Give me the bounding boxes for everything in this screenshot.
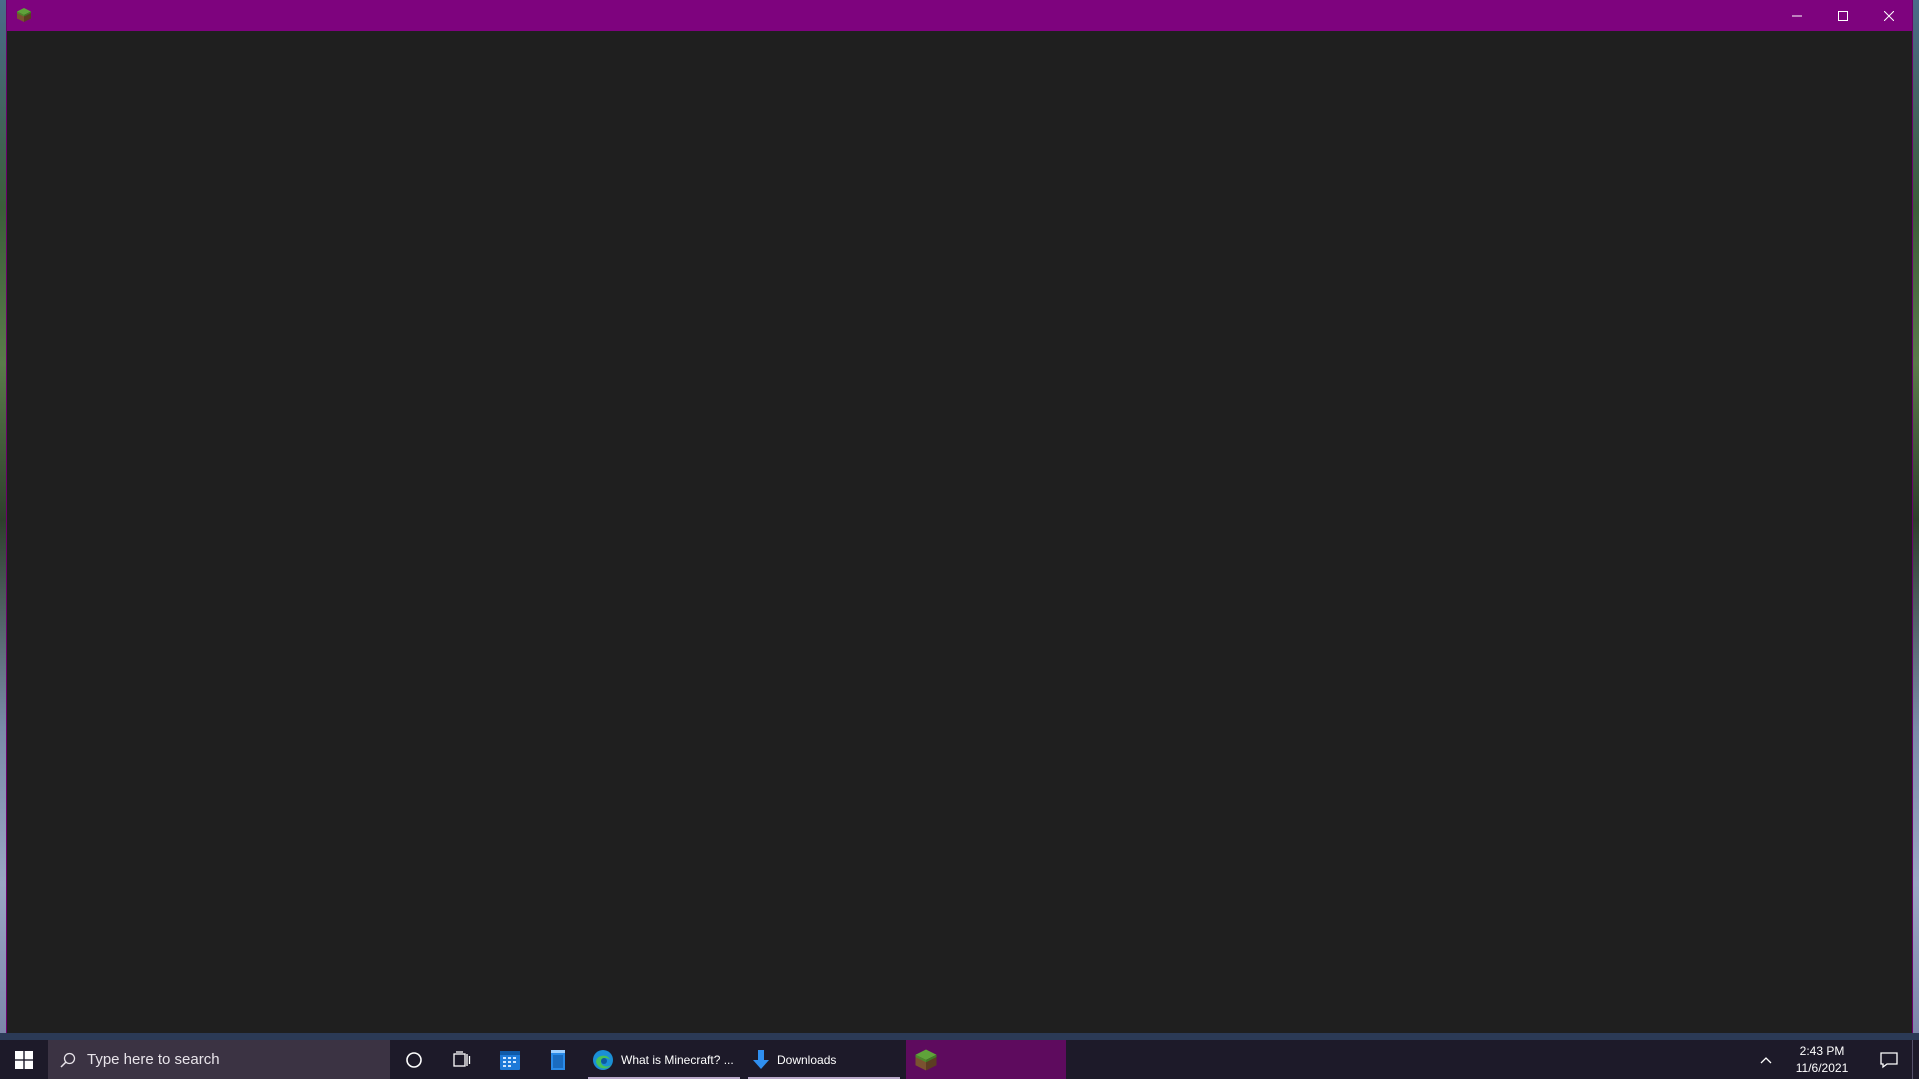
taskbar-app-downloads[interactable]: Downloads <box>744 1040 904 1079</box>
close-button[interactable] <box>1866 0 1912 31</box>
start-button[interactable] <box>0 1040 48 1079</box>
taskbar-app-edge[interactable]: What is Minecraft? ... <box>584 1040 744 1079</box>
taskbar-app-downloads-label: Downloads <box>777 1052 837 1067</box>
system-clock[interactable]: 2:43 PM 11/6/2021 <box>1778 1040 1866 1079</box>
calendar-app-button[interactable] <box>486 1040 534 1079</box>
notification-icon <box>1880 1051 1898 1068</box>
minecraft-launcher-window <box>7 0 1912 1033</box>
close-icon <box>1884 10 1894 21</box>
clock-date: 11/6/2021 <box>1795 1060 1849 1075</box>
show-hidden-icons-button[interactable] <box>1754 1040 1778 1079</box>
clock-time: 2:43 PM <box>1799 1043 1845 1058</box>
task-view-icon <box>453 1050 471 1067</box>
windows-logo-icon <box>15 1050 33 1069</box>
search-icon <box>60 1052 76 1068</box>
window-controls <box>1774 0 1912 31</box>
cortana-button[interactable] <box>390 1040 438 1079</box>
minecraft-grass-block-icon <box>16 7 32 23</box>
download-arrow-icon <box>752 1049 770 1071</box>
taskbar-empty-area <box>1066 1040 1754 1079</box>
taskbar-search-box[interactable]: Type here to search <box>48 1040 390 1079</box>
search-placeholder: Type here to search <box>87 1051 220 1068</box>
title-bar[interactable] <box>7 0 1912 31</box>
minimize-icon <box>1792 15 1802 16</box>
notepad-app-button[interactable] <box>534 1040 582 1079</box>
taskbar: Type here to search What is Minecraft? .… <box>0 1040 1919 1079</box>
taskbar-app-minecraft[interactable] <box>906 1040 1066 1079</box>
calendar-icon <box>500 1050 520 1070</box>
chevron-up-icon <box>1760 1056 1772 1063</box>
action-center-button[interactable] <box>1866 1040 1912 1079</box>
notepad-icon <box>551 1049 565 1070</box>
minimize-button[interactable] <box>1774 0 1820 31</box>
taskbar-app-edge-label: What is Minecraft? ... <box>621 1052 734 1067</box>
cortana-icon <box>406 1051 422 1068</box>
minecraft-grass-block-icon <box>914 1048 938 1072</box>
desktop-strip <box>0 1033 1919 1040</box>
task-view-button[interactable] <box>438 1040 486 1079</box>
maximize-icon <box>1838 10 1848 21</box>
maximize-button[interactable] <box>1820 0 1866 31</box>
edge-icon <box>592 1049 614 1071</box>
launcher-content-area <box>7 31 1912 1033</box>
show-desktop-button[interactable] <box>1912 1040 1919 1079</box>
